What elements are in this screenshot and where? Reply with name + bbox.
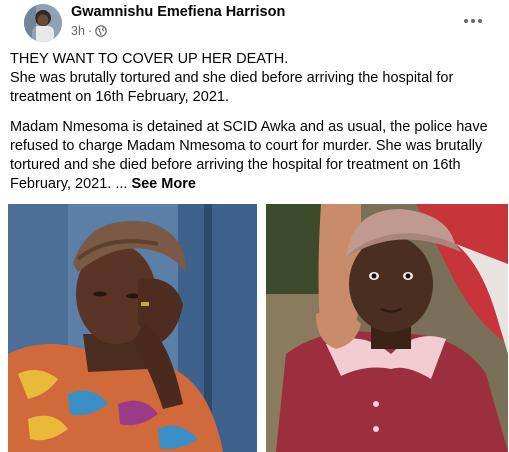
photo-child-image <box>266 204 508 452</box>
avatar[interactable] <box>24 4 62 42</box>
photo-woman[interactable] <box>8 204 257 452</box>
facebook-post: Gwamnishu Emefiena Harrison 3h · THEY WA… <box>0 0 509 452</box>
photo-woman-image <box>8 204 257 452</box>
avatar-image <box>24 4 62 42</box>
paragraph-1-body: She was brutally tortured and she died b… <box>10 70 454 106</box>
more-horizontal-icon <box>464 19 468 23</box>
globe-icon <box>95 25 107 37</box>
see-more-link[interactable]: See More <box>131 176 195 192</box>
photo-grid <box>8 204 508 452</box>
paragraph-2-body: Madam Nmesoma is detained at SCID Awka a… <box>10 118 488 193</box>
paragraph-1: THEY WANT TO COVER UP HER DEATH. She was… <box>10 50 500 108</box>
headline-line: THEY WANT TO COVER UP HER DEATH. <box>10 51 289 67</box>
author-name[interactable]: Gwamnishu Emefiena Harrison <box>71 4 285 20</box>
more-options-button[interactable] <box>459 10 487 32</box>
meta-separator: · <box>87 24 93 38</box>
post-meta: 3h · <box>71 24 107 38</box>
photo-child[interactable] <box>266 204 508 452</box>
paragraph-2: Madam Nmesoma is detained at SCID Awka a… <box>10 118 500 195</box>
post-text: THEY WANT TO COVER UP HER DEATH. She was… <box>10 50 500 204</box>
post-header: Gwamnishu Emefiena Harrison 3h · <box>0 0 509 44</box>
more-icon-dot <box>471 19 475 23</box>
more-icon-dot <box>478 19 482 23</box>
post-timestamp[interactable]: 3h <box>71 24 85 38</box>
